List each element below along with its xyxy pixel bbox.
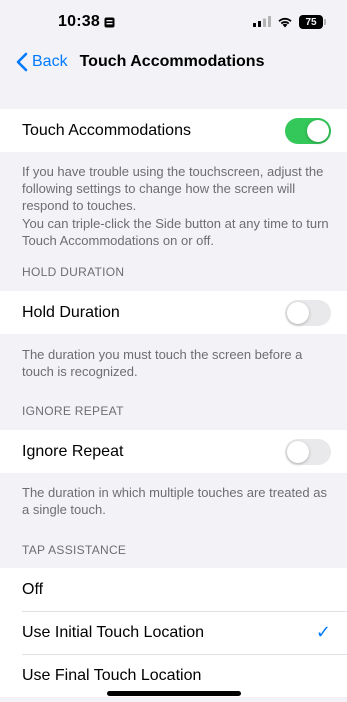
hold-duration-header: HOLD DURATION — [22, 265, 125, 279]
hold-duration-label: Hold Duration — [22, 303, 120, 321]
ignore-repeat-row[interactable]: Ignore Repeat — [0, 430, 347, 473]
hold-duration-description: The duration you must touch the screen b… — [22, 347, 303, 379]
navigation-bar: Back Touch Accommodations — [0, 44, 347, 80]
tap-assistance-header: TAP ASSISTANCE — [22, 543, 127, 557]
home-indicator[interactable] — [106, 691, 241, 696]
ignore-repeat-toggle[interactable] — [285, 438, 331, 465]
chevron-left-icon — [16, 52, 28, 72]
tap-option-label: Use Initial Touch Location — [22, 623, 205, 641]
ignore-repeat-label: Ignore Repeat — [22, 442, 124, 460]
cellular-signal-icon — [253, 16, 271, 27]
battery-level: 75 — [305, 16, 317, 28]
page-title: Touch Accommodations — [79, 53, 265, 70]
tap-option-label: Use Final Touch Location — [22, 666, 202, 684]
status-bar: 10:38 75 — [0, 0, 347, 44]
touch-accommodations-toggle[interactable] — [285, 117, 331, 144]
touch-accommodations-row[interactable]: Touch Accommodations — [0, 109, 347, 152]
triple-click-hint: You can triple-click the Side button at … — [22, 216, 329, 248]
hold-duration-row[interactable]: Hold Duration — [0, 291, 347, 334]
tap-option-initial-location[interactable]: Use Initial Touch Location ✓ — [0, 611, 347, 654]
touch-accommodations-label: Touch Accommodations — [22, 121, 191, 139]
back-button[interactable]: Back — [16, 52, 68, 72]
hold-duration-toggle[interactable] — [285, 299, 331, 326]
tap-option-off[interactable]: Off — [0, 568, 347, 611]
status-icons: 75 — [253, 15, 326, 29]
tap-assistance-group: Off Use Initial Touch Location ✓ Use Fin… — [0, 568, 347, 697]
touch-accommodations-group: Touch Accommodations — [0, 109, 347, 152]
ignore-repeat-header: IGNORE REPEAT — [22, 404, 124, 418]
status-time: 10:38 — [58, 13, 115, 31]
toggle-knob — [287, 440, 309, 463]
ignore-repeat-description: The duration in which multiple touches a… — [22, 485, 327, 517]
touch-accommodations-description: If you have trouble using the touchscree… — [22, 164, 324, 213]
battery-icon: 75 — [299, 15, 326, 29]
hold-duration-group: Hold Duration — [0, 291, 347, 334]
notification-card-icon — [104, 17, 115, 27]
wifi-icon — [278, 17, 292, 28]
ignore-repeat-group: Ignore Repeat — [0, 430, 347, 473]
toggle-knob — [287, 301, 309, 324]
time-label: 10:38 — [58, 13, 100, 30]
checkmark-icon: ✓ — [315, 622, 331, 642]
back-label: Back — [32, 53, 68, 70]
toggle-knob — [307, 119, 329, 142]
tap-option-label: Off — [22, 580, 44, 598]
